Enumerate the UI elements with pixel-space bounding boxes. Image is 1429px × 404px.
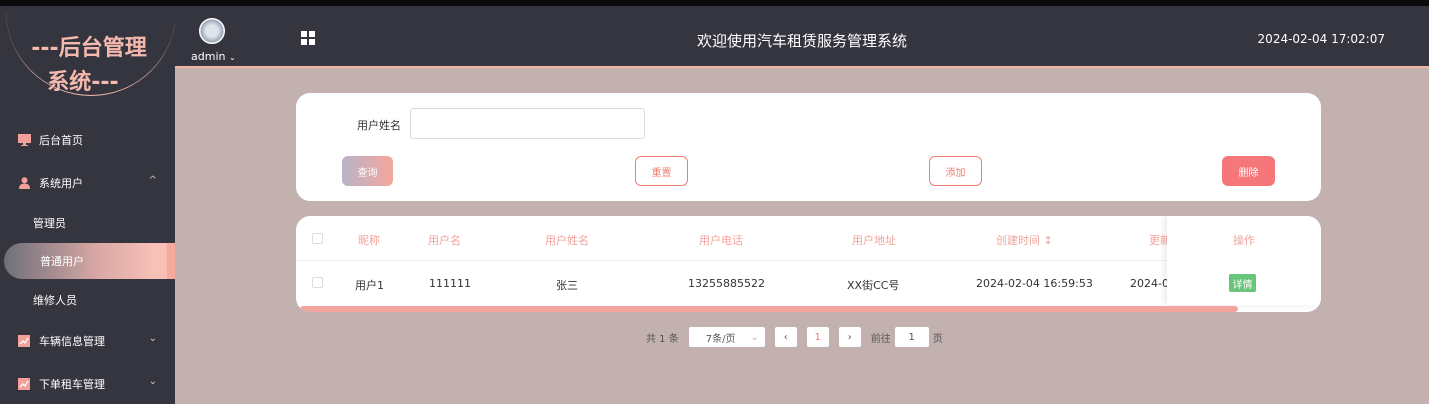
column-header[interactable]: 用户名 — [428, 232, 461, 248]
chevron-down-icon: ⌄ — [148, 333, 157, 344]
pagination: 共 1 条 7条/页 ⌄ ‹ 1 › 前往 1 页 — [646, 326, 943, 348]
sidebar-item-label: 系统用户 — [39, 177, 83, 190]
sidebar-item-vehicles[interactable]: 车辆信息管理 ⌄ — [0, 326, 175, 356]
user-icon — [18, 177, 31, 189]
table-cell: 13255885522 — [688, 277, 765, 290]
page-title: 欢迎使用汽车租赁服务管理系统 — [696, 32, 907, 50]
chart-icon — [18, 378, 31, 390]
chart-icon — [18, 335, 31, 347]
header: admin ⌄ 欢迎使用汽车租赁服务管理系统 2024-02-04 17:02:… — [175, 6, 1429, 68]
row-checkbox[interactable] — [312, 277, 323, 288]
sidebar-item-normal-users[interactable]: 普通用户 — [4, 243, 175, 279]
add-button[interactable]: 添加 — [929, 156, 982, 186]
column-header[interactable]: 用户地址 — [852, 232, 896, 248]
table-cell: 张三 — [556, 279, 578, 292]
sidebar-item-label: 维修人员 — [33, 294, 77, 307]
column-header-created[interactable]: 创建时间 ↕ — [996, 232, 1053, 248]
reset-button[interactable]: 重置 — [635, 156, 688, 186]
logo-line-2: 系统--- — [47, 70, 119, 95]
page-number[interactable]: 1 — [806, 327, 829, 347]
sidebar-item-repair-staff[interactable]: 维修人员 — [0, 282, 175, 318]
table-cell: 2024-02-04 16:59:53 — [976, 277, 1093, 290]
next-page-button[interactable]: › — [838, 327, 861, 347]
sidebar-item-label: 后台首页 — [39, 134, 83, 147]
sidebar-item-admins[interactable]: 管理员 — [0, 205, 175, 241]
goto-prefix: 前往 — [870, 333, 891, 345]
sidebar-item-label: 普通用户 — [40, 255, 84, 268]
column-header: 操作 — [1233, 234, 1255, 247]
goto-suffix: 页 — [932, 333, 943, 345]
sidebar-item-system-users[interactable]: 系统用户 ^ — [0, 168, 175, 198]
data-table: 昵称 用户名 用户姓名 用户电话 用户地址 创建时间 ↕ 更新 用户1 1111… — [296, 216, 1321, 312]
sidebar: ---后台管理 系统--- 后台首页 系统用户 ^ 管理员 普通用户 维修人员 … — [0, 6, 175, 404]
sidebar-item-home[interactable]: 后台首页 — [0, 125, 175, 155]
column-header[interactable]: 用户电话 — [699, 232, 743, 248]
detail-button[interactable]: 详情 — [1229, 274, 1256, 292]
logo: ---后台管理 系统--- — [4, 6, 175, 106]
column-header[interactable]: 昵称 — [358, 232, 380, 248]
sort-icon[interactable]: ↕ — [1044, 234, 1053, 247]
sidebar-item-label: 管理员 — [33, 217, 66, 230]
monitor-icon — [18, 134, 31, 146]
operations-column: 操作 详情 — [1167, 216, 1321, 305]
logo-line-1: ---后台管理 — [31, 36, 147, 61]
goto-page-input[interactable]: 1 — [894, 327, 929, 347]
query-button[interactable]: 查询 — [342, 156, 393, 186]
table-cell: 111111 — [429, 277, 471, 290]
search-panel: 用户姓名 查询 重置 添加 删除 — [296, 93, 1321, 201]
chevron-up-icon: ^ — [148, 175, 157, 186]
chevron-down-icon: ⌄ — [148, 376, 157, 387]
horizontal-scrollbar[interactable] — [300, 306, 1238, 312]
pagination-total: 共 1 条 — [646, 333, 679, 345]
user-name: admin — [191, 50, 226, 63]
chevron-down-icon: ⌄ — [228, 53, 236, 62]
prev-page-button[interactable]: ‹ — [774, 327, 797, 347]
sidebar-item-orders[interactable]: 下单租车管理 ⌄ — [0, 369, 175, 399]
column-header[interactable]: 用户姓名 — [545, 232, 589, 248]
datetime: 2024-02-04 17:02:07 — [1257, 32, 1385, 46]
sidebar-item-label: 下单租车管理 — [39, 378, 105, 391]
select-all-checkbox[interactable] — [312, 233, 323, 244]
chevron-down-icon: ⌄ — [750, 331, 759, 343]
user-menu[interactable]: admin ⌄ — [191, 50, 236, 63]
table-cell: 用户1 — [355, 279, 384, 292]
table-cell: XX街CC号 — [847, 279, 900, 292]
search-label: 用户姓名 — [357, 119, 401, 132]
page-size-select[interactable]: 7条/页 ⌄ — [688, 327, 765, 347]
page-size-value: 7条/页 — [705, 333, 736, 345]
search-input[interactable] — [410, 108, 645, 139]
column-header-label: 创建时间 — [996, 234, 1040, 247]
sidebar-item-label: 车辆信息管理 — [39, 335, 105, 348]
delete-button[interactable]: 删除 — [1222, 156, 1275, 186]
